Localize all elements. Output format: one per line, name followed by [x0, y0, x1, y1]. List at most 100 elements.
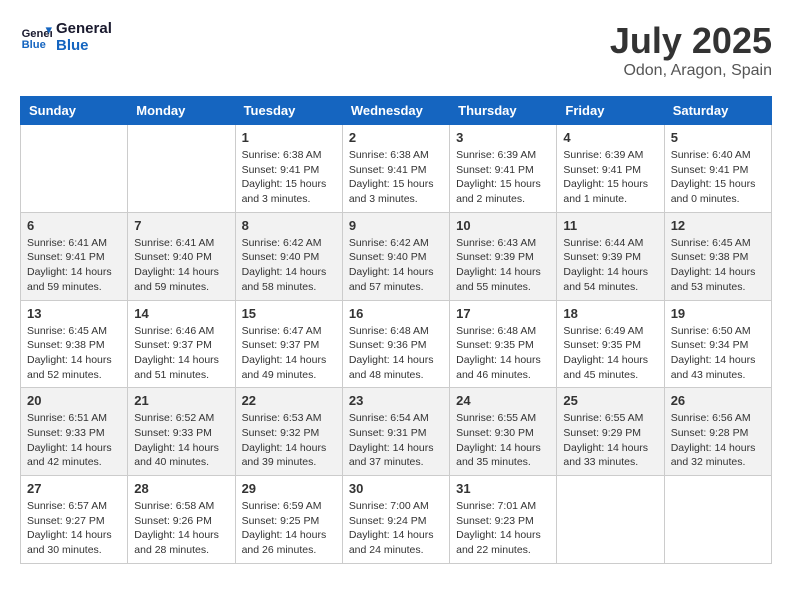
day-info: Sunrise: 6:45 AMSunset: 9:38 PMDaylight:…	[27, 324, 121, 383]
day-info: Sunrise: 6:53 AMSunset: 9:32 PMDaylight:…	[242, 411, 336, 470]
day-info: Sunrise: 7:01 AMSunset: 9:23 PMDaylight:…	[456, 499, 550, 558]
day-info: Sunrise: 6:40 AMSunset: 9:41 PMDaylight:…	[671, 148, 765, 207]
logo-line2: Blue	[56, 37, 112, 54]
day-number: 2	[349, 130, 443, 145]
day-info: Sunrise: 6:55 AMSunset: 9:30 PMDaylight:…	[456, 411, 550, 470]
day-number: 27	[27, 481, 121, 496]
day-number: 25	[563, 393, 657, 408]
day-number: 13	[27, 306, 121, 321]
day-info: Sunrise: 6:39 AMSunset: 9:41 PMDaylight:…	[456, 148, 550, 207]
calendar-cell: 11Sunrise: 6:44 AMSunset: 9:39 PMDayligh…	[557, 212, 664, 300]
day-number: 31	[456, 481, 550, 496]
calendar-cell: 23 Sunrise: 6:54 AMSunset: 9:31 PMDayligh…	[342, 388, 449, 476]
page-header: General Blue General Blue July 2025 Odon…	[20, 20, 772, 80]
svg-text:Blue: Blue	[22, 39, 46, 51]
day-info: Sunrise: 6:42 AMSunset: 9:40 PMDaylight:…	[349, 236, 443, 295]
day-info: Sunrise: 6:57 AMSunset: 9:27 PMDaylight:…	[27, 499, 121, 558]
day-number: 21	[134, 393, 228, 408]
day-info: Sunrise: 6:49 AMSunset: 9:35 PMDaylight:…	[563, 324, 657, 383]
day-info: Sunrise: 6:54 AMSunset: 9:31 PMDaylight:…	[349, 411, 443, 470]
day-info: Sunrise: 6:38 AMSunset: 9:41 PMDaylight:…	[349, 148, 443, 207]
location: Odon, Aragon, Spain	[610, 62, 772, 80]
calendar-week-row: 1 Sunrise: 6:38 AMSunset: 9:41 PMDaylight…	[21, 125, 772, 213]
month-title: July 2025	[610, 20, 772, 62]
day-number: 18	[563, 306, 657, 321]
calendar-cell: 12 Sunrise: 6:45 AMSunset: 9:38 PMDayligh…	[664, 212, 771, 300]
day-info: Sunrise: 6:59 AMSunset: 9:25 PMDaylight:…	[242, 499, 336, 558]
calendar-cell: 22 Sunrise: 6:53 AMSunset: 9:32 PMDayligh…	[235, 388, 342, 476]
day-number: 22	[242, 393, 336, 408]
calendar-cell: 3Sunrise: 6:39 AMSunset: 9:41 PMDaylight…	[450, 125, 557, 213]
calendar-cell: 8 Sunrise: 6:42 AMSunset: 9:40 PMDaylight…	[235, 212, 342, 300]
day-info: Sunrise: 6:43 AMSunset: 9:39 PMDaylight:…	[456, 236, 550, 295]
day-info: Sunrise: 6:51 AMSunset: 9:33 PMDaylight:…	[27, 411, 121, 470]
calendar-cell: 24Sunrise: 6:55 AMSunset: 9:30 PMDayligh…	[450, 388, 557, 476]
day-info: Sunrise: 6:58 AMSunset: 9:26 PMDaylight:…	[134, 499, 228, 558]
day-info: Sunrise: 7:00 AMSunset: 9:24 PMDaylight:…	[349, 499, 443, 558]
calendar-week-row: 6 Sunrise: 6:41 AMSunset: 9:41 PMDaylight…	[21, 212, 772, 300]
calendar-cell: 30Sunrise: 7:00 AMSunset: 9:24 PMDayligh…	[342, 476, 449, 564]
day-info: Sunrise: 6:39 AMSunset: 9:41 PMDaylight:…	[563, 148, 657, 207]
day-number: 19	[671, 306, 765, 321]
calendar-cell: 18 Sunrise: 6:49 AMSunset: 9:35 PMDayligh…	[557, 300, 664, 388]
calendar-cell: 20 Sunrise: 6:51 AMSunset: 9:33 PMDayligh…	[21, 388, 128, 476]
day-number: 23	[349, 393, 443, 408]
weekday-header: Tuesday	[235, 97, 342, 125]
calendar-cell	[664, 476, 771, 564]
calendar-cell	[21, 125, 128, 213]
day-number: 4	[563, 130, 657, 145]
calendar-cell: 31 Sunrise: 7:01 AMSunset: 9:23 PMDayligh…	[450, 476, 557, 564]
calendar-cell: 6 Sunrise: 6:41 AMSunset: 9:41 PMDaylight…	[21, 212, 128, 300]
logo: General Blue General Blue	[20, 20, 112, 54]
calendar-cell: 2 Sunrise: 6:38 AMSunset: 9:41 PMDaylight…	[342, 125, 449, 213]
day-info: Sunrise: 6:45 AMSunset: 9:38 PMDaylight:…	[671, 236, 765, 295]
day-info: Sunrise: 6:42 AMSunset: 9:40 PMDaylight:…	[242, 236, 336, 295]
day-number: 11	[563, 218, 657, 233]
weekday-header: Sunday	[21, 97, 128, 125]
calendar-cell: 4 Sunrise: 6:39 AMSunset: 9:41 PMDaylight…	[557, 125, 664, 213]
weekday-header: Thursday	[450, 97, 557, 125]
day-number: 15	[242, 306, 336, 321]
calendar-cell	[557, 476, 664, 564]
calendar-cell: 29 Sunrise: 6:59 AMSunset: 9:25 PMDayligh…	[235, 476, 342, 564]
calendar-cell: 16Sunrise: 6:48 AMSunset: 9:36 PMDayligh…	[342, 300, 449, 388]
day-info: Sunrise: 6:55 AMSunset: 9:29 PMDaylight:…	[563, 411, 657, 470]
calendar-cell: 21 Sunrise: 6:52 AMSunset: 9:33 PMDayligh…	[128, 388, 235, 476]
calendar-week-row: 13 Sunrise: 6:45 AMSunset: 9:38 PMDayligh…	[21, 300, 772, 388]
calendar-week-row: 27 Sunrise: 6:57 AMSunset: 9:27 PMDayligh…	[21, 476, 772, 564]
day-info: Sunrise: 6:47 AMSunset: 9:37 PMDaylight:…	[242, 324, 336, 383]
calendar-cell: 25 Sunrise: 6:55 AMSunset: 9:29 PMDayligh…	[557, 388, 664, 476]
day-number: 9	[349, 218, 443, 233]
day-info: Sunrise: 6:38 AMSunset: 9:41 PMDaylight:…	[242, 148, 336, 207]
calendar-cell: 9 Sunrise: 6:42 AMSunset: 9:40 PMDaylight…	[342, 212, 449, 300]
day-number: 17	[456, 306, 550, 321]
day-number: 28	[134, 481, 228, 496]
day-number: 5	[671, 130, 765, 145]
calendar-cell: 1 Sunrise: 6:38 AMSunset: 9:41 PMDaylight…	[235, 125, 342, 213]
day-number: 8	[242, 218, 336, 233]
day-info: Sunrise: 6:41 AMSunset: 9:41 PMDaylight:…	[27, 236, 121, 295]
day-number: 26	[671, 393, 765, 408]
calendar-cell: 26Sunrise: 6:56 AMSunset: 9:28 PMDayligh…	[664, 388, 771, 476]
day-number: 29	[242, 481, 336, 496]
calendar-cell: 17Sunrise: 6:48 AMSunset: 9:35 PMDayligh…	[450, 300, 557, 388]
calendar-table: SundayMondayTuesdayWednesdayThursdayFrid…	[20, 96, 772, 564]
weekday-header-row: SundayMondayTuesdayWednesdayThursdayFrid…	[21, 97, 772, 125]
day-number: 1	[242, 130, 336, 145]
calendar-cell: 14Sunrise: 6:46 AMSunset: 9:37 PMDayligh…	[128, 300, 235, 388]
calendar-cell: 15 Sunrise: 6:47 AMSunset: 9:37 PMDayligh…	[235, 300, 342, 388]
day-number: 7	[134, 218, 228, 233]
day-info: Sunrise: 6:50 AMSunset: 9:34 PMDaylight:…	[671, 324, 765, 383]
day-number: 20	[27, 393, 121, 408]
day-info: Sunrise: 6:41 AMSunset: 9:40 PMDaylight:…	[134, 236, 228, 295]
day-number: 12	[671, 218, 765, 233]
calendar-week-row: 20 Sunrise: 6:51 AMSunset: 9:33 PMDayligh…	[21, 388, 772, 476]
day-info: Sunrise: 6:46 AMSunset: 9:37 PMDaylight:…	[134, 324, 228, 383]
calendar-cell: 13 Sunrise: 6:45 AMSunset: 9:38 PMDayligh…	[21, 300, 128, 388]
day-number: 6	[27, 218, 121, 233]
day-info: Sunrise: 6:52 AMSunset: 9:33 PMDaylight:…	[134, 411, 228, 470]
day-number: 16	[349, 306, 443, 321]
calendar-cell: 7 Sunrise: 6:41 AMSunset: 9:40 PMDaylight…	[128, 212, 235, 300]
title-block: July 2025 Odon, Aragon, Spain	[610, 20, 772, 80]
day-number: 10	[456, 218, 550, 233]
